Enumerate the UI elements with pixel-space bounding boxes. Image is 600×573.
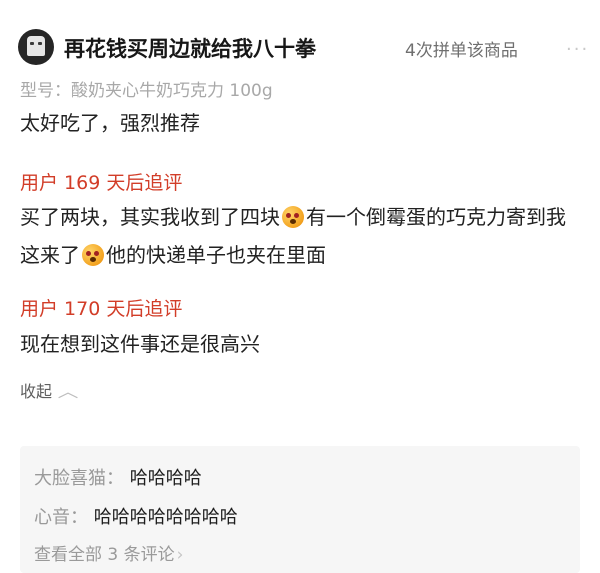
shocked-face-emoji-icon (282, 205, 304, 228)
comment-item[interactable]: 心音： 哈哈哈哈哈哈哈哈 (34, 503, 238, 529)
comments-section: 大脸喜猫： 哈哈哈哈 心音： 哈哈哈哈哈哈哈哈 查看全部 3 条评论 › (20, 446, 580, 573)
follow-up-text-part: 买了两块，其实我收到了四块 (20, 205, 280, 229)
view-all-label: 查看全部 3 条评论 (34, 545, 175, 565)
review-text: 太好吃了，强烈推荐 (20, 111, 200, 135)
comment-author[interactable]: 心音： (34, 507, 88, 528)
product-spec: 型号：酸奶夹心牛奶巧克力 100g (20, 81, 273, 101)
comment-text: 哈哈哈哈哈哈哈哈 (93, 507, 238, 528)
review-card: 再花钱买周边就给我八十拳 4次拼单该商品 ··· 型号：酸奶夹心牛奶巧克力 10… (0, 0, 600, 573)
user-avatar[interactable] (18, 29, 54, 65)
chevron-up-icon: ︿ (57, 382, 79, 401)
follow-up-text-part: 他的快递单子也夹在里面 (106, 243, 326, 267)
view-all-comments-link[interactable]: 查看全部 3 条评论 › (34, 540, 183, 565)
purchase-count: 4次拼单该商品 (405, 41, 518, 61)
follow-up-title: 用户 169 天后追评 (20, 172, 183, 194)
collapse-button[interactable]: 收起 ︿ (20, 378, 79, 402)
follow-up-title: 用户 170 天后追评 (20, 298, 183, 320)
shocked-face-emoji-icon (82, 243, 104, 266)
chevron-right-icon: › (176, 545, 184, 565)
more-options-icon[interactable]: ··· (566, 39, 589, 60)
comment-text: 哈哈哈哈 (129, 468, 202, 489)
comment-item[interactable]: 大脸喜猫： 哈哈哈哈 (34, 464, 202, 490)
collapse-label: 收起 (20, 382, 53, 401)
comment-author[interactable]: 大脸喜猫： (34, 468, 124, 489)
follow-up-text: 买了两块，其实我收到了四块 有一个倒霉蛋的巧克力寄到我这来了 他的快递单子也夹在里面 (20, 198, 580, 274)
avatar-face-icon (27, 36, 45, 56)
follow-up-text: 现在想到这件事还是很高兴 (20, 332, 260, 356)
username[interactable]: 再花钱买周边就给我八十拳 (64, 33, 316, 63)
